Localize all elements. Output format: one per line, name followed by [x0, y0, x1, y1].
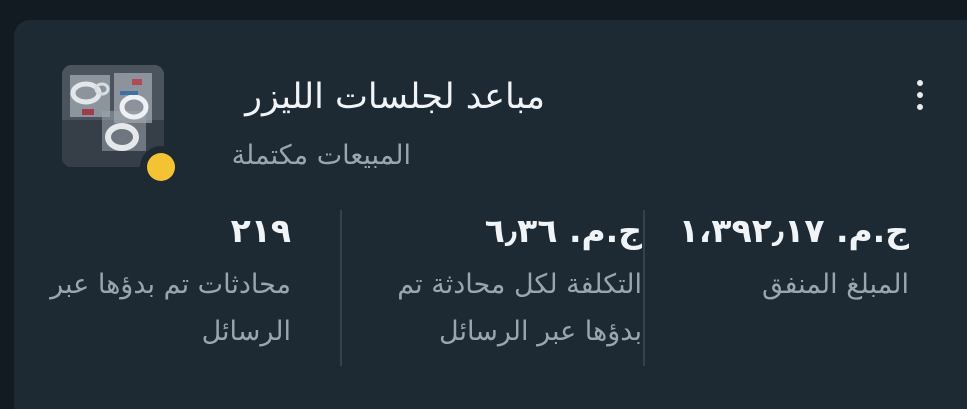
metric-label: التكلفة لكل محادثة تم بدؤها عبر الرسائل — [397, 268, 642, 347]
campaign-status: المبيعات مكتملة — [231, 140, 411, 171]
screen: مباعد لجلسات الليزر المبيعات مكتملة ج.م.… — [0, 0, 967, 409]
metric-divider — [643, 210, 645, 366]
metric-conversations-started: ٢١٩ محادثات تم بدؤها عبر الرسائل — [41, 211, 291, 355]
more-options-button[interactable] — [898, 72, 942, 118]
metric-amount-spent: ج.م. ١،٣٩٢٫١٧ المبلغ المنفق — [669, 211, 909, 308]
more-vertical-icon — [917, 80, 923, 86]
metric-value: ج.م. ١،٣٩٢٫١٧ — [678, 211, 909, 250]
metric-label: المبلغ المنفق — [761, 268, 909, 300]
metric-value: ٢١٩ — [230, 211, 291, 250]
metric-divider — [340, 210, 342, 366]
metric-label: محادثات تم بدؤها عبر الرسائل — [50, 268, 291, 347]
metric-value: ج.م. ٦٫٣٦ — [484, 211, 642, 250]
metric-cost-per-conversation: ج.م. ٦٫٣٦ التكلفة لكل محادثة تم بدؤها عب… — [352, 211, 642, 355]
status-dot-icon — [147, 153, 175, 181]
status-indicator — [140, 146, 182, 188]
campaign-title[interactable]: مباعد لجلسات الليزر — [245, 77, 545, 117]
